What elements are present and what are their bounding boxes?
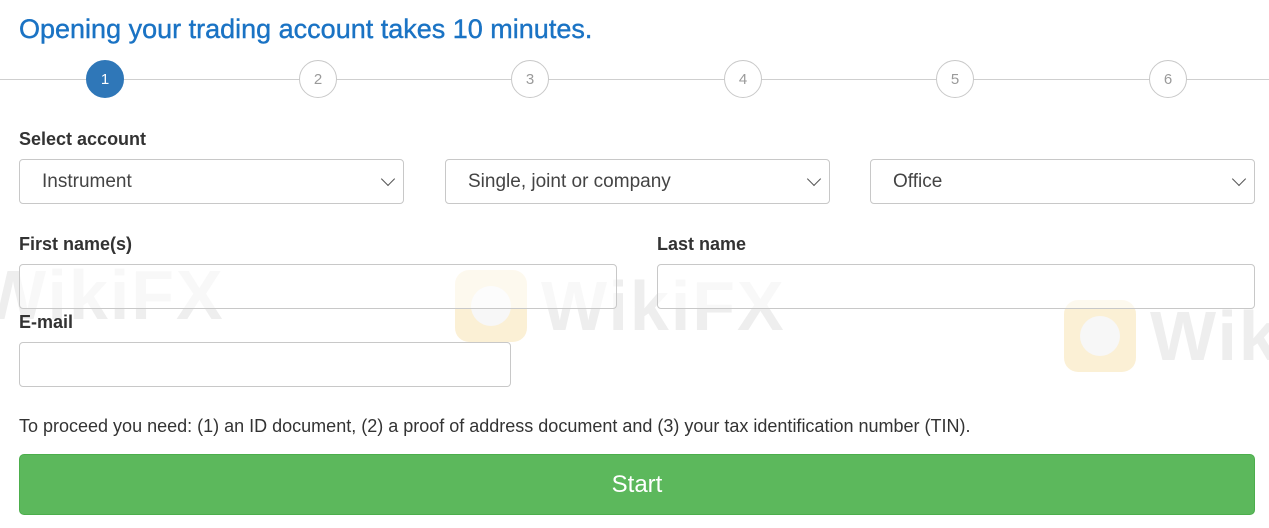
page-title: Opening your trading account takes 10 mi… <box>19 14 593 44</box>
email-label: E-mail <box>19 312 74 332</box>
holder-type-select-value: Single, joint or company <box>468 170 671 192</box>
office-select-value: Office <box>893 170 943 192</box>
first-name-label: First name(s) <box>19 234 133 254</box>
stepper-line <box>0 79 1269 80</box>
chevron-down-icon <box>806 171 822 187</box>
email-field[interactable] <box>19 342 511 387</box>
account-opening-page: WikiFX WikiFX WikiFX Opening your tradin… <box>0 0 1269 528</box>
chevron-down-icon <box>1231 171 1247 187</box>
holder-type-select[interactable]: Single, joint or company <box>445 159 830 204</box>
last-name-label: Last name <box>657 234 747 254</box>
step-4[interactable]: 4 <box>724 60 762 98</box>
step-3[interactable]: 3 <box>511 60 549 98</box>
step-1[interactable]: 1 <box>86 60 124 98</box>
requirements-note: To proceed you need: (1) an ID document,… <box>19 416 971 436</box>
step-6[interactable]: 6 <box>1149 60 1187 98</box>
select-account-label: Select account <box>19 129 147 149</box>
instrument-select[interactable]: Instrument <box>19 159 404 204</box>
step-2[interactable]: 2 <box>299 60 337 98</box>
instrument-select-value: Instrument <box>42 170 132 192</box>
last-name-field[interactable] <box>657 264 1255 309</box>
office-select[interactable]: Office <box>870 159 1255 204</box>
start-button[interactable]: Start <box>19 454 1255 515</box>
chevron-down-icon <box>380 171 396 187</box>
first-name-field[interactable] <box>19 264 617 309</box>
step-5[interactable]: 5 <box>936 60 974 98</box>
wikifx-logo-icon <box>1064 300 1136 372</box>
